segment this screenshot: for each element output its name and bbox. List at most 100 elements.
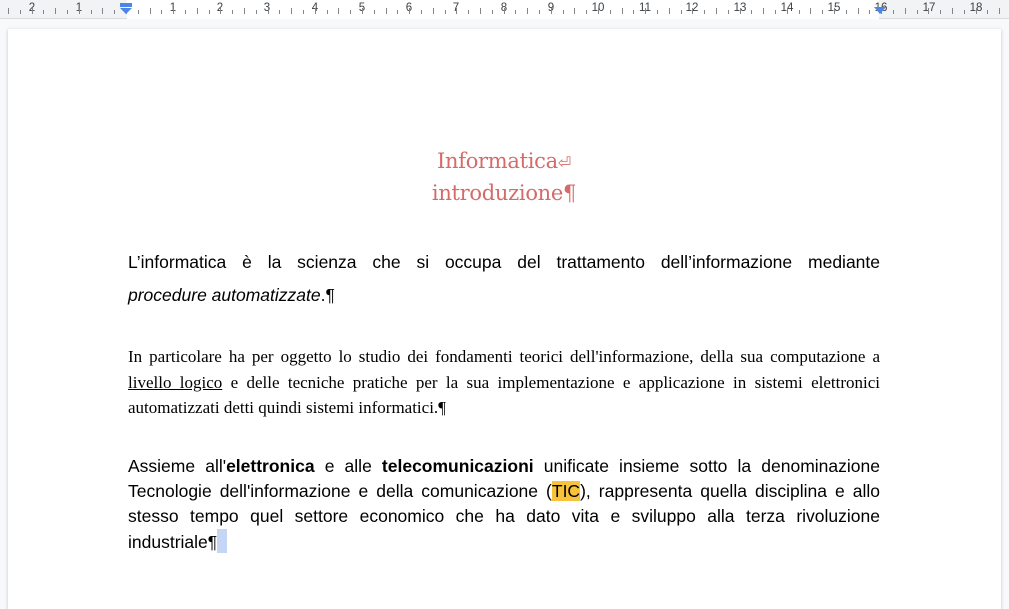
ruler-tick <box>515 10 516 14</box>
ruler-tick <box>327 10 328 14</box>
ruler-tick <box>55 8 56 14</box>
ruler-tick <box>799 10 800 14</box>
paragraph-1[interactable]: L’informatica è la scienza che si occupa… <box>128 246 880 312</box>
ruler-tick <box>338 8 339 14</box>
ruler-tick <box>456 8 457 14</box>
ruler-tick <box>669 8 670 14</box>
ruler-tick <box>775 10 776 14</box>
ruler-tick <box>102 8 103 14</box>
ruler-tick <box>303 10 304 14</box>
left-indent-marker-icon[interactable] <box>119 3 133 17</box>
ruler-tick <box>409 8 410 14</box>
ruler-tick <box>445 10 446 14</box>
ruler-tick <box>185 10 186 14</box>
bold-telecomunicazioni: telecomunicazioni <box>381 456 534 476</box>
ruler-tick <box>91 10 92 14</box>
ruler-tick <box>386 8 387 14</box>
paragraph-1-italic: procedure automatizzate <box>128 285 321 305</box>
ruler-tick <box>716 8 717 14</box>
ruler-tick <box>657 10 658 14</box>
right-indent-marker-icon[interactable] <box>873 3 887 17</box>
ruler-tick <box>232 10 233 14</box>
ruler-tick <box>622 8 623 14</box>
ruler-tick <box>220 8 221 14</box>
ruler-tick <box>787 8 788 14</box>
ruler-tick <box>563 10 564 14</box>
ruler-tick <box>645 8 646 14</box>
ruler-tick <box>940 10 941 14</box>
ruler-tick <box>291 8 292 14</box>
ruler-tick <box>138 10 139 14</box>
underlined-text: livello logico <box>128 372 223 392</box>
ruler-tick <box>964 10 965 14</box>
ruler-tick <box>504 8 505 14</box>
ruler-tick <box>480 8 481 14</box>
bold-elettronica: elettronica <box>226 456 315 476</box>
ruler-tick <box>598 8 599 14</box>
highlighted-text: TIC <box>551 481 581 501</box>
ruler-tick <box>704 10 705 14</box>
ruler-tick <box>209 10 210 14</box>
ruler-tick <box>763 8 764 14</box>
ruler-tick <box>869 10 870 14</box>
ruler-tick <box>492 10 493 14</box>
ruler-tick <box>43 10 44 14</box>
paragraph-3[interactable]: Assieme all'elettronica e alle telecomun… <box>128 454 880 555</box>
ruler-tick <box>350 10 351 14</box>
text-selection-cursor <box>217 529 228 553</box>
ruler-tick <box>244 8 245 14</box>
ruler-tick <box>8 8 9 14</box>
document-page[interactable]: Informatica⏎ introduzione¶ L’informatica… <box>8 29 1001 609</box>
ruler-tick <box>751 10 752 14</box>
paragraph-1-text: L’informatica è la scienza che si occupa… <box>128 252 880 272</box>
ruler-tick <box>692 8 693 14</box>
ruler-tick <box>20 10 21 14</box>
ruler-tick <box>633 10 634 14</box>
ruler-tick <box>917 10 918 14</box>
ruler-tick <box>681 10 682 14</box>
ruler-tick <box>374 10 375 14</box>
ruler-tick <box>150 8 151 14</box>
ruler-tick <box>114 10 115 14</box>
ruler-tick <box>810 8 811 14</box>
ruler-tick <box>397 10 398 14</box>
ruler-tick <box>173 8 174 14</box>
ruler-tick <box>928 8 929 14</box>
ruler-tick <box>586 10 587 14</box>
ruler-tick <box>161 10 162 14</box>
ruler-tick <box>197 8 198 14</box>
ruler-tick <box>740 8 741 14</box>
ruler-tick <box>728 10 729 14</box>
title-line-2: introduzione¶ <box>431 181 577 205</box>
ruler-tick <box>846 10 847 14</box>
ruler-tick <box>905 8 906 14</box>
ruler-tick <box>67 10 68 14</box>
ruler-tick <box>527 8 528 14</box>
ruler-tick <box>976 8 977 14</box>
ruler-tick <box>539 10 540 14</box>
ruler-tick <box>433 8 434 14</box>
ruler-tick <box>421 10 422 14</box>
ruler-tick <box>952 8 953 14</box>
ruler-tick <box>858 8 859 14</box>
ruler-tick <box>79 8 80 14</box>
ruler-tick <box>268 8 269 14</box>
ruler-tick <box>256 10 257 14</box>
ruler-tick <box>834 8 835 14</box>
paragraph-2[interactable]: In particolare ha per oggetto lo studio … <box>128 344 880 421</box>
ruler-tick <box>999 8 1000 14</box>
ruler-tick <box>893 10 894 14</box>
horizontal-ruler[interactable]: 21123456789101112131415161718 <box>0 0 1009 19</box>
ruler-tick <box>468 10 469 14</box>
ruler-tick <box>987 10 988 14</box>
ruler-tick <box>822 10 823 14</box>
ruler-tick <box>362 8 363 14</box>
ruler-tick <box>551 8 552 14</box>
title-line-1: Informatica⏎ <box>437 149 571 173</box>
ruler-tick <box>279 10 280 14</box>
ruler-number: 17 <box>922 2 936 14</box>
ruler-tick <box>315 8 316 14</box>
ruler-number: 3 <box>263 2 271 14</box>
ruler-tick <box>574 8 575 14</box>
ruler-tick <box>610 10 611 14</box>
